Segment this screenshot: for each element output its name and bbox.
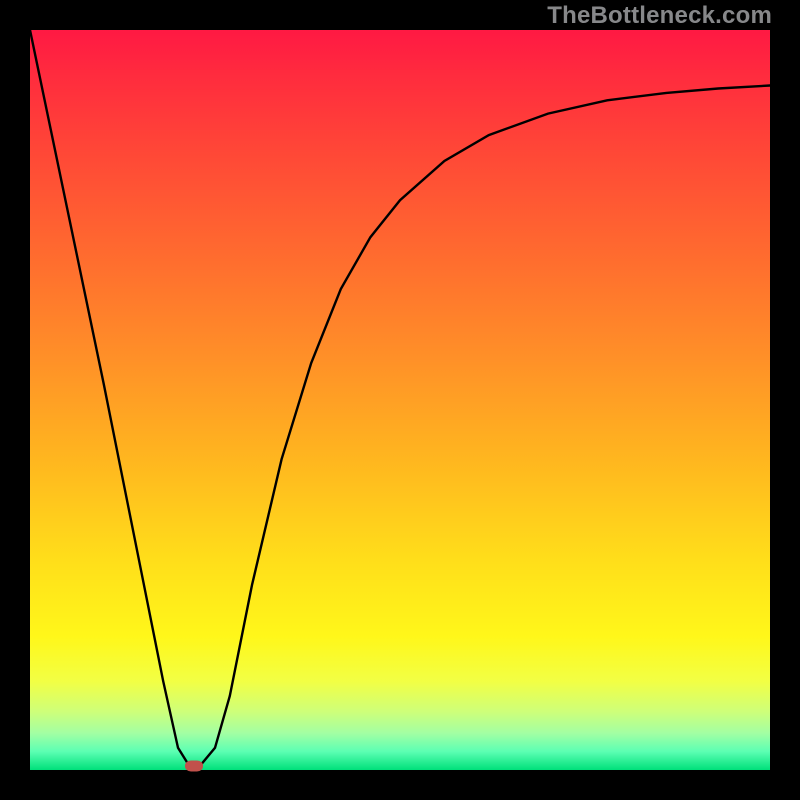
curve-path (30, 30, 770, 766)
watermark-text: TheBottleneck.com (547, 2, 772, 30)
minimum-point-marker (185, 760, 203, 771)
bottleneck-curve (30, 30, 770, 770)
plot-area (30, 30, 770, 770)
chart-frame: TheBottleneck.com (0, 0, 800, 800)
